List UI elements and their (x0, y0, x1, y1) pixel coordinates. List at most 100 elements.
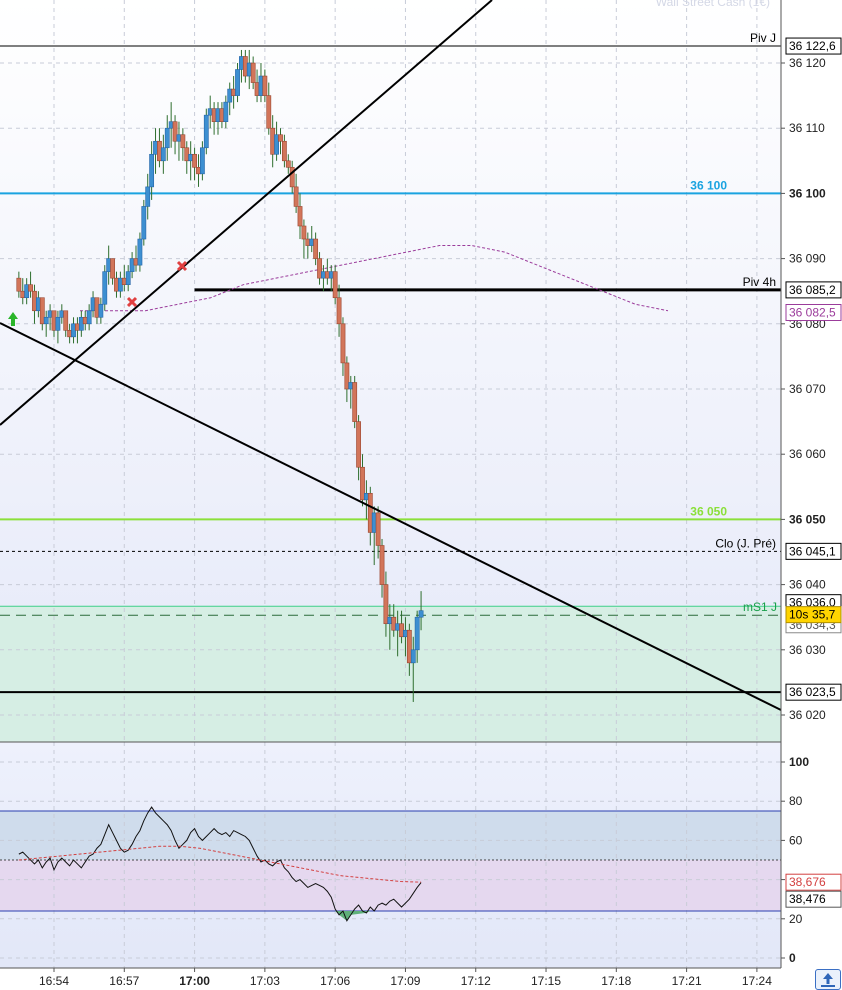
rsi-y-tick-label: 100 (789, 755, 809, 769)
current-price-prefix: 10s (789, 608, 808, 622)
rsi-y-tick-label: 80 (789, 794, 803, 808)
candle (121, 277, 127, 285)
candle (371, 512, 377, 533)
tag-previous-close-text: 36 045,1 (789, 544, 836, 558)
chart-window: Wall Street Cash (1€) 36 100 36 050 Piv J Pi… (0, 0, 842, 990)
candle (270, 127, 276, 155)
candle (90, 297, 96, 312)
y-tick-label: 36 070 (789, 382, 826, 396)
ms1-label: mS1 J (743, 600, 777, 614)
candle (106, 258, 112, 272)
x-tick-label: 17:15 (531, 974, 561, 988)
level-label: 36 050 (690, 504, 727, 518)
candle (285, 160, 291, 168)
candle (102, 271, 108, 305)
candle (71, 323, 76, 338)
candle (188, 153, 194, 162)
candle (98, 303, 104, 318)
candle (94, 297, 100, 318)
rsi-tag-value: 38,476 (785, 890, 842, 908)
pivot-label-day: Piv J (750, 31, 776, 45)
candle (164, 127, 170, 149)
candle (157, 140, 162, 162)
candle (137, 238, 143, 266)
x-tick-label: 17:03 (250, 974, 280, 988)
candle (352, 382, 358, 422)
candle (399, 623, 404, 638)
candle (141, 206, 147, 240)
candle (379, 545, 385, 585)
candle (328, 271, 334, 279)
candle (313, 238, 319, 259)
candle (16, 277, 22, 292)
tag-pivot-4h: 36 085,2 (785, 281, 842, 299)
candle (375, 512, 381, 546)
candle (172, 121, 178, 142)
candle (20, 290, 26, 299)
y-tick-label: 36 110 (789, 121, 825, 135)
y-tick-label: 36 060 (789, 447, 826, 461)
candle (324, 271, 330, 279)
y-tick-label: 36 090 (789, 252, 826, 266)
candle (227, 88, 233, 103)
candle (410, 649, 416, 664)
rsi-zone-lower (0, 860, 781, 911)
candle (125, 271, 131, 285)
rsi-y-tick-label: 20 (789, 912, 803, 926)
candle (59, 310, 65, 318)
candle (117, 277, 123, 292)
candle (406, 629, 412, 664)
candle (403, 629, 408, 638)
candle (203, 114, 209, 149)
candle (395, 623, 401, 631)
y-tick-label: 36 100 (789, 186, 826, 200)
support-zone (0, 606, 781, 742)
tag-previous-close: 36 045,1 (785, 542, 842, 560)
candle (51, 310, 57, 331)
candle (274, 134, 279, 155)
x-tick-label: 17:06 (320, 974, 350, 988)
candle (67, 330, 73, 338)
previous-close-label: Clo (J. Pré) (715, 536, 776, 550)
candle (367, 493, 373, 533)
candle (43, 316, 49, 325)
candle (250, 62, 256, 83)
x-tick-label: 16:54 (39, 974, 69, 988)
candle (129, 258, 135, 272)
candle (266, 95, 272, 129)
candle (344, 362, 350, 390)
level-label: 36 100 (690, 178, 727, 192)
candle (180, 134, 186, 149)
candle (75, 323, 80, 331)
trading-chart[interactable]: Wall Street Cash (1€) 36 100 36 050 Piv J Pi… (0, 0, 842, 990)
chart-title: Wall Street Cash (1€) (656, 0, 770, 9)
candle (86, 310, 92, 325)
rsi-tag-signal-text: 38,676 (789, 875, 826, 889)
y-tick-label: 36 040 (789, 578, 826, 592)
candle (340, 323, 346, 364)
candle (356, 421, 361, 468)
x-tick-label: 17:09 (390, 974, 420, 988)
candle (176, 134, 182, 142)
pivot-label-4h: Piv 4h (743, 275, 776, 289)
candle (47, 310, 53, 318)
candle (110, 258, 115, 279)
tag-moving-average-text: 36 082,5 (789, 306, 836, 320)
candle (254, 82, 260, 96)
candle (278, 134, 283, 142)
candle (383, 584, 389, 625)
candle (309, 238, 315, 246)
candle (133, 258, 139, 266)
rsi-y-tick-label: 0 (789, 951, 796, 965)
candle (321, 271, 326, 279)
candle (387, 616, 393, 625)
scroll-right-button[interactable] (815, 969, 841, 990)
rsi-y-tick-label: 60 (789, 833, 803, 847)
candle (231, 88, 237, 96)
candle (293, 186, 299, 207)
candle (149, 153, 155, 188)
scroll-right-icon (821, 973, 835, 987)
candle (281, 140, 287, 162)
tag-pivot-day-text: 36 122,6 (789, 39, 836, 53)
tag-current-price: 10s 35,7 (785, 606, 842, 624)
